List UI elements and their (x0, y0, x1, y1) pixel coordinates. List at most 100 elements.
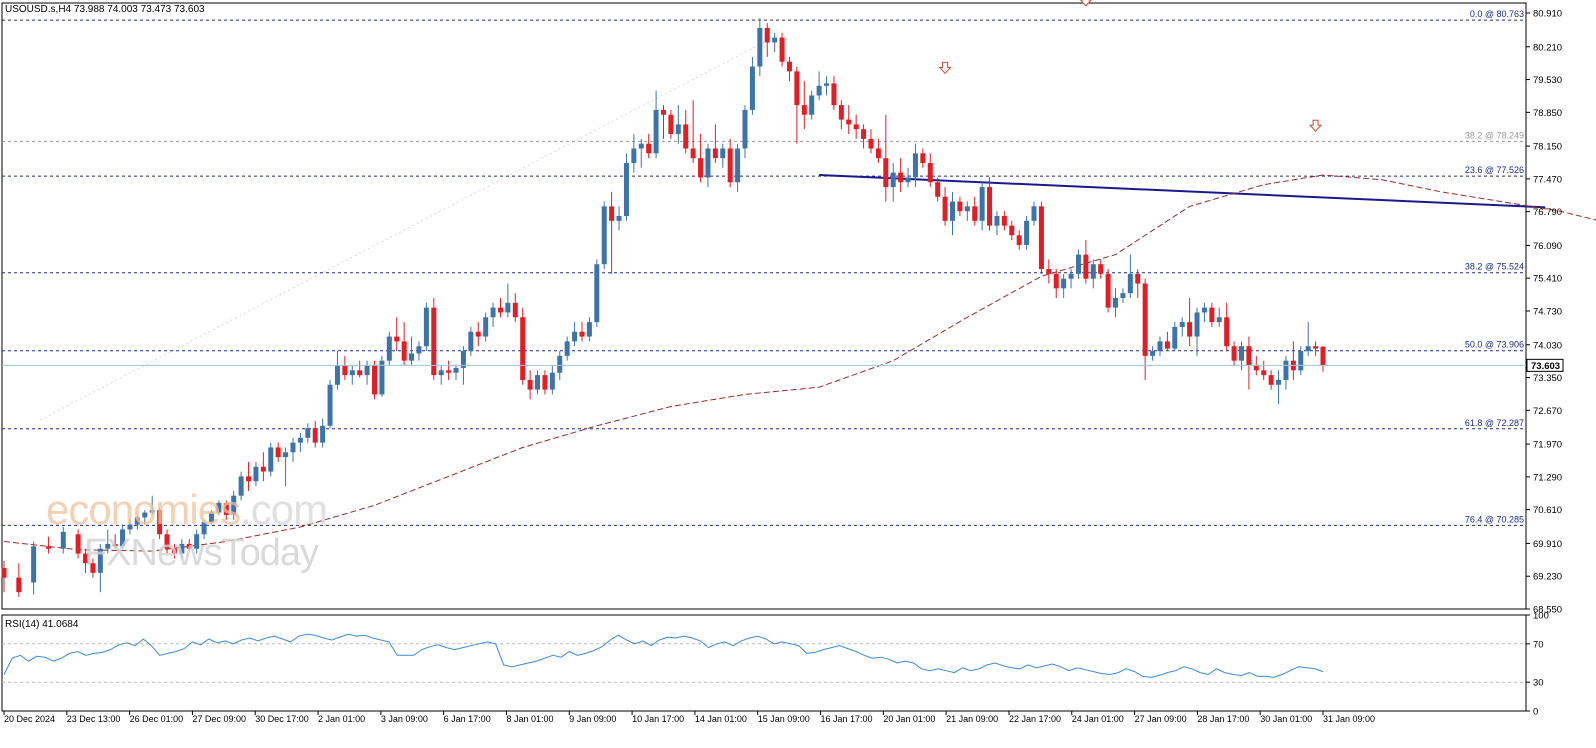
candle-body (927, 162, 933, 183)
candle-body (290, 442, 296, 453)
candle (898, 158, 904, 192)
candle (1075, 249, 1081, 279)
candle-body (1305, 346, 1311, 352)
candle-body (661, 109, 666, 115)
candle (512, 293, 518, 323)
candle (490, 302, 496, 327)
candle-body (579, 331, 585, 337)
candle-body (527, 379, 533, 390)
candle (535, 370, 541, 395)
candle-body (497, 307, 503, 313)
candle-body (712, 148, 718, 159)
candle (446, 360, 452, 380)
x-tick-label: 9 Jan 09:00 (569, 714, 616, 724)
candle-body (994, 216, 1000, 226)
y-tick-label: 77.470 (1533, 174, 1562, 185)
candle-body (720, 148, 726, 159)
candle-body (1120, 293, 1126, 298)
x-tick-label: 27 Jan 09:00 (1135, 714, 1187, 724)
current-price-label: 73.603 (1531, 361, 1560, 372)
candle-body (935, 182, 941, 197)
candle (1194, 307, 1200, 356)
candle (801, 80, 807, 130)
candle-body (1142, 283, 1148, 356)
candle (809, 90, 815, 120)
candle-body (905, 177, 911, 183)
candle (372, 360, 378, 400)
candle-body (749, 66, 755, 110)
candle (31, 541, 37, 595)
fib-level-label: 61.8 @ 72.287 (1465, 418, 1524, 428)
candle-body (831, 83, 837, 106)
candle (497, 297, 503, 318)
x-tick-label: 16 Jan 17:00 (821, 714, 873, 724)
candle (794, 66, 800, 144)
candle-body (416, 346, 422, 354)
candle (690, 100, 696, 163)
candle (912, 143, 918, 188)
candle-body (1216, 317, 1222, 323)
candle (327, 379, 333, 429)
candle-body (890, 172, 896, 188)
x-tick-label: 23 Dec 13:00 (67, 714, 121, 724)
candle-body (824, 83, 830, 86)
candle-body (401, 341, 407, 361)
candle (1142, 278, 1148, 380)
candle (1038, 201, 1044, 274)
candle (1231, 341, 1237, 366)
y-tick-label: 69.230 (1533, 572, 1562, 583)
candle (342, 355, 348, 380)
x-tick-label: 20 Dec 2024 (4, 714, 55, 724)
candle-body (342, 365, 348, 376)
candle-body (246, 476, 252, 482)
candle (401, 322, 407, 366)
candle-body (564, 341, 570, 356)
candle (861, 124, 867, 149)
candle (1157, 336, 1163, 356)
rsi-tick-label: 30 (1533, 678, 1544, 689)
y-tick-label: 72.670 (1533, 406, 1562, 417)
x-tick-label: 30 Jan 01:00 (1260, 714, 1312, 724)
candle (979, 182, 985, 231)
candle-body (594, 264, 600, 323)
y-tick-label: 78.850 (1533, 108, 1562, 119)
candle (653, 90, 659, 159)
candle (616, 206, 622, 231)
x-tick-label: 24 Jan 01:00 (1072, 714, 1124, 724)
candle-body (690, 148, 696, 159)
candle (1313, 341, 1319, 356)
candle-body (535, 375, 541, 390)
rsi-tick-label: 70 (1533, 639, 1544, 650)
candle-body (742, 109, 748, 149)
x-tick-label: 2 Jan 01:00 (318, 714, 365, 724)
candle (1172, 322, 1178, 352)
x-tick-label: 10 Jan 17:00 (632, 714, 684, 724)
candle (646, 134, 652, 159)
watermark-brand: economies (46, 486, 241, 533)
candle-body (957, 201, 963, 212)
candle-body (653, 109, 659, 154)
y-tick-label: 79.530 (1533, 75, 1562, 86)
candle (549, 365, 555, 395)
candle (831, 76, 837, 110)
candle (816, 71, 822, 101)
candle (45, 536, 51, 554)
candle (749, 56, 755, 115)
candle-body (483, 317, 489, 337)
candle-body (801, 105, 807, 115)
candle (675, 105, 681, 144)
candle (890, 162, 896, 202)
candle (1164, 331, 1170, 352)
candle (927, 153, 933, 188)
candle-body (698, 158, 704, 178)
candle (705, 143, 711, 188)
candle (883, 114, 889, 202)
candle (520, 307, 526, 385)
candle (742, 105, 748, 159)
candle (1305, 322, 1311, 356)
candle (1224, 302, 1230, 352)
candle (572, 322, 578, 347)
fib-level-label: 38.2 @ 78.249 (1465, 130, 1524, 140)
candle-body (260, 466, 266, 472)
candle (1261, 360, 1267, 380)
